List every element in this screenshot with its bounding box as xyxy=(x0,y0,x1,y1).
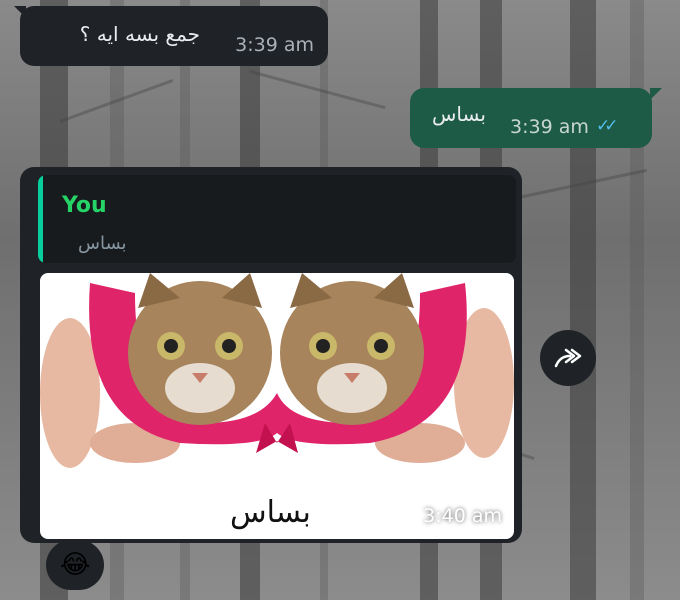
quoted-author: You xyxy=(62,193,107,218)
outgoing-message[interactable]: بساس 3:39 am ✓✓ xyxy=(410,88,652,148)
incoming-image-message[interactable]: You بساس بساس 3:40 am xyxy=(20,167,522,543)
message-text: جمع بسه ايه ؟ xyxy=(79,22,200,46)
quoted-reply[interactable]: You بساس xyxy=(38,175,516,263)
quoted-text: بساس xyxy=(78,233,127,254)
message-time: 3:39 am xyxy=(510,116,589,138)
incoming-message[interactable]: جمع بسه ايه ؟ 3:39 am xyxy=(20,6,328,66)
read-receipt-icon: ✓✓ xyxy=(596,116,618,136)
message-text: بساس xyxy=(432,102,486,126)
message-time: 3:40 am xyxy=(423,505,502,527)
forward-icon xyxy=(554,348,582,368)
message-time: 3:39 am xyxy=(235,34,314,56)
laughing-emoji-icon: 😂 xyxy=(60,550,91,580)
message-reaction[interactable]: 😂 xyxy=(46,540,104,590)
image-caption: بساس xyxy=(230,495,311,530)
message-image[interactable]: بساس 3:40 am xyxy=(40,273,514,539)
message-tail xyxy=(650,88,662,100)
quote-bar xyxy=(38,175,43,263)
forward-button[interactable] xyxy=(540,330,596,386)
